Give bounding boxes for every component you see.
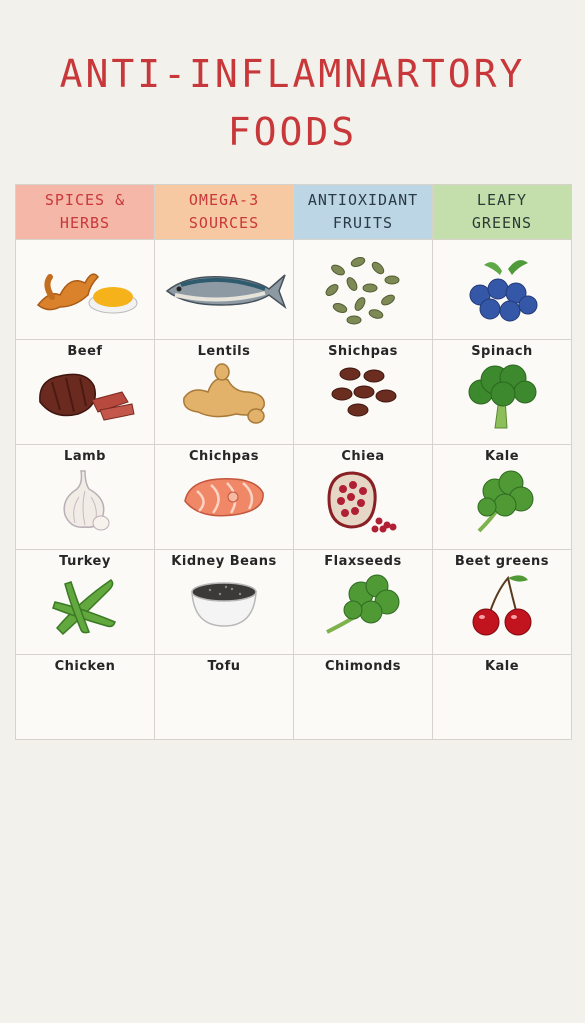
- table-cell: Chichpas: [154, 444, 294, 550]
- table-cell: [154, 239, 294, 340]
- table-cell: Shichpas: [293, 339, 433, 445]
- kale-icon: [477, 470, 534, 533]
- table-cell: Turkey: [15, 549, 155, 655]
- pumpkin-seeds-icon: [325, 256, 400, 324]
- table-cell: Chimonds: [293, 654, 433, 740]
- food-label: Chicken: [54, 659, 116, 674]
- food-label: Kale: [484, 449, 520, 464]
- table-cell: Chicken: [15, 654, 155, 740]
- column-header-spices: SPICES & HERBS: [15, 184, 155, 240]
- food-label: Chichpas: [188, 449, 260, 464]
- food-label: Turkey: [59, 554, 111, 569]
- garlic-icon: [63, 470, 110, 531]
- table-cell: Spinach: [432, 339, 572, 445]
- beef-steak-icon: [39, 373, 135, 421]
- ginger-icon: [183, 363, 265, 424]
- table-row: Chicken Tofu Chimonds Kale: [15, 654, 572, 740]
- chia-bowl-icon: [191, 582, 257, 627]
- table-cell: Beet greens: [432, 549, 572, 655]
- header-row: SPICES & HERBS OMEGA-3 SOURCES ANTIOXIDANT…: [15, 184, 572, 240]
- image-row: [15, 239, 572, 340]
- table-row: Turkey Kidney Beans Flaxseeds Beet green…: [15, 549, 572, 655]
- table-row: Beef Lentils Shichpas Spinach: [15, 339, 572, 445]
- mackerel-icon: [165, 273, 287, 309]
- table-cell: [15, 239, 155, 340]
- food-label: Spinach: [471, 344, 533, 359]
- food-label: Lamb: [64, 449, 106, 464]
- table-cell: Chiea: [293, 444, 433, 550]
- food-label: Lentils: [197, 344, 251, 359]
- column-header-fruits: ANTIOXIDANT FRUITS: [293, 184, 433, 240]
- edamame-icon: [52, 579, 116, 636]
- food-label: Shichpas: [328, 344, 398, 359]
- salmon-icon: [184, 478, 264, 517]
- turmeric-icon: [36, 272, 138, 313]
- table-cell: Flaxseeds: [293, 549, 433, 655]
- food-label: Beet greens: [454, 554, 550, 569]
- table-cell: [293, 239, 433, 340]
- table-row: Lamb Chichpas Chiea Kale: [15, 444, 572, 550]
- pomegranate-icon: [327, 471, 397, 533]
- column-header-greens: LEAFY GREENS: [432, 184, 572, 240]
- food-label: Beef: [67, 344, 103, 359]
- food-label: Chiea: [341, 449, 385, 464]
- column-header-omega3: OMEGA-3 SOURCES: [154, 184, 294, 240]
- food-label: Tofu: [207, 659, 241, 674]
- food-label: Flaxseeds: [324, 554, 402, 569]
- table-cell: [432, 239, 572, 340]
- table-cell: Beef: [15, 339, 155, 445]
- table-cell: Kale: [432, 444, 572, 550]
- kale-icon: [326, 574, 400, 634]
- broccoli-icon: [468, 364, 537, 429]
- food-label: Kale: [484, 659, 520, 674]
- table-cell: Lentils: [154, 339, 294, 445]
- table-cell: Tofu: [154, 654, 294, 740]
- cherries-icon: [472, 575, 532, 636]
- food-label: Chimonds: [324, 659, 402, 674]
- title-line-2: FOODS: [227, 110, 358, 154]
- title-line-1: ANTI-INFLAMNARTORY: [59, 52, 526, 96]
- food-label: Kidney Beans: [171, 554, 277, 569]
- beans-icon: [331, 367, 397, 417]
- blueberries-icon: [469, 259, 538, 321]
- table-cell: Kidney Beans: [154, 549, 294, 655]
- table-cell: Lamb: [15, 444, 155, 550]
- table-cell: Kale: [432, 654, 572, 740]
- food-table: SPICES & HERBS OMEGA-3 SOURCES ANTIOXIDANT…: [15, 184, 572, 740]
